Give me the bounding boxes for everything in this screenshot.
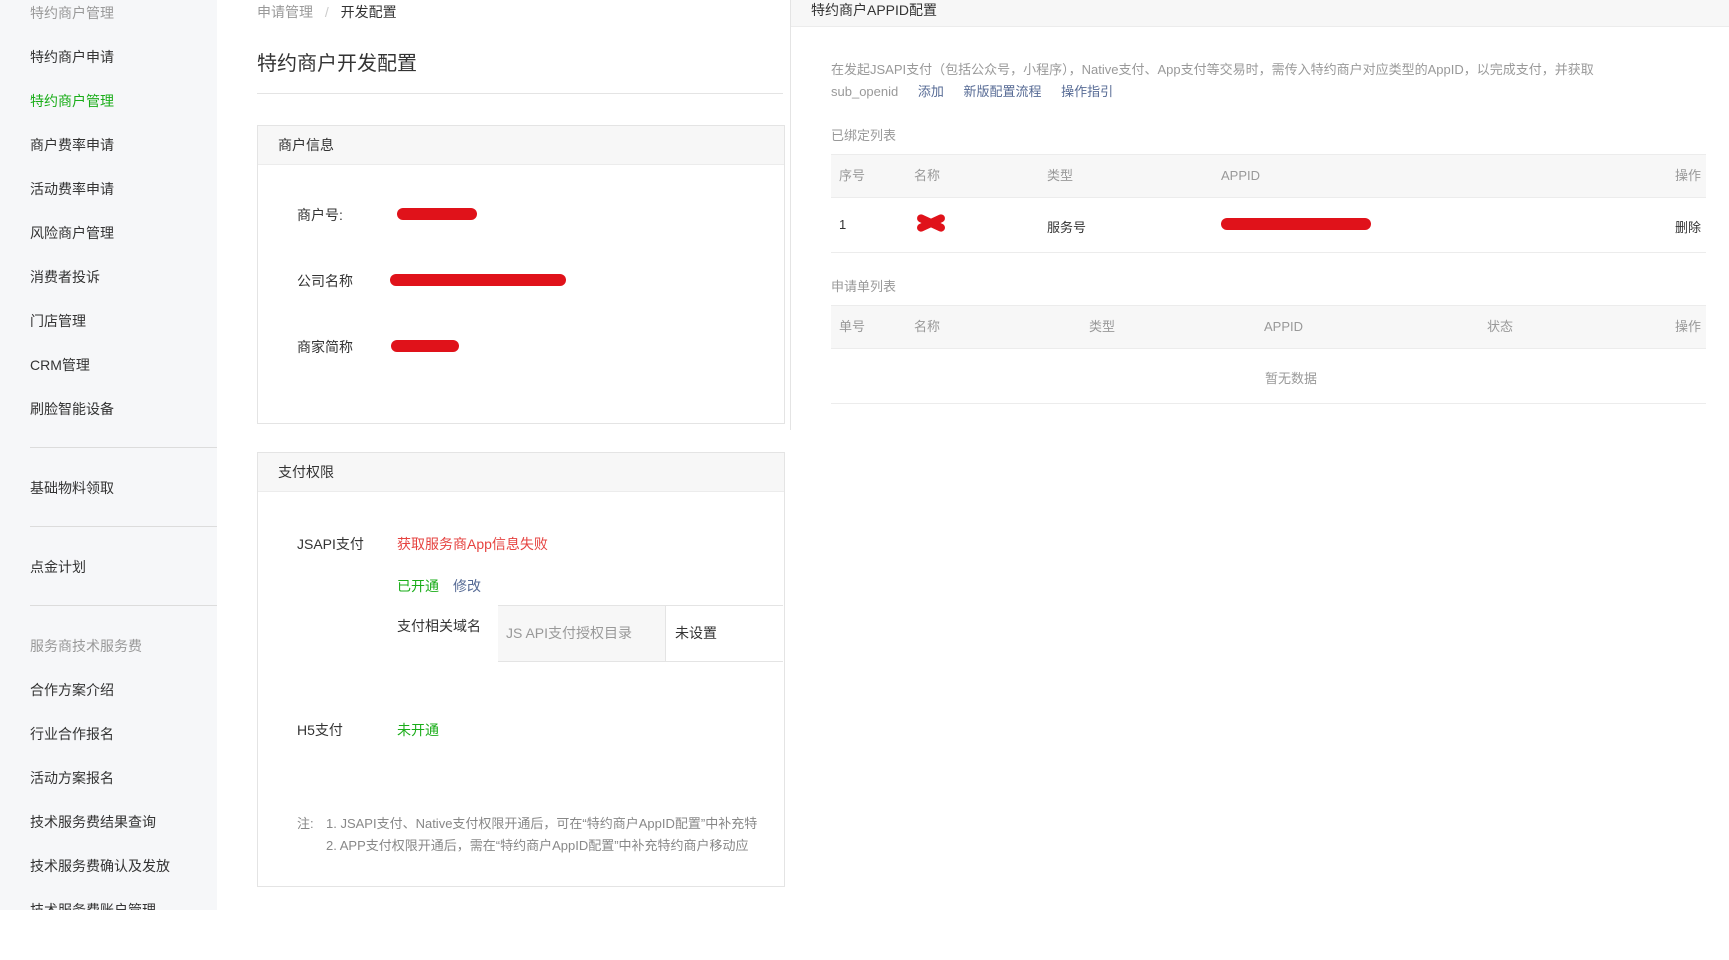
h5-label: H5支付 [297,722,343,738]
sidebar-item-rate-apply[interactable]: 商户费率申请 [30,135,114,155]
sidebar-section-title: 服务商技术服务费 [30,638,142,654]
operation-guide-link[interactable]: 操作指引 [1061,84,1113,99]
domain-cell-value: 未设置 [675,625,717,641]
breadcrumb-current: 开发配置 [340,4,397,20]
appid-panel-header: 特约商户APPID配置 [791,0,1729,27]
bound-col-op: 操作 [1675,168,1702,183]
apply-table-header: 单号 名称 类型 APPID 状态 操作 [831,305,1706,349]
sub-openid-text: sub_openid [831,84,899,99]
bound-col-type: 类型 [1047,168,1074,183]
merchant-no-label: 商户号: [297,207,343,223]
add-link[interactable]: 添加 [918,84,944,99]
domain-label: 支付相关域名 [397,618,481,634]
sidebar-item-coop-intro[interactable]: 合作方案介绍 [30,680,114,700]
breadcrumb-separator: / [324,4,329,20]
table-row: 1 服务号 删除 [831,197,1706,252]
sidebar-item-activity-rate[interactable]: 活动费率申请 [30,179,114,199]
page-title: 特约商户开发配置 [257,53,417,75]
new-config-flow-link[interactable]: 新版配置流程 [964,84,1042,99]
apply-col-op: 操作 [1675,319,1702,334]
apply-col-type: 类型 [1089,319,1116,334]
sidebar-item-store-manage[interactable]: 门店管理 [30,311,86,331]
sidebar-item-face-device[interactable]: 刷脸智能设备 [30,399,114,419]
appid-config-panel: 特约商户APPID配置 在发起JSAPI支付（包括公众号，小程序），Native… [790,0,1729,430]
note-block: 1. JSAPI支付、Native支付权限开通后，可在“特约商户AppID配置”… [326,810,783,854]
jsapi-error-text: 获取服务商App信息失败 [397,536,548,552]
apply-col-name: 名称 [914,319,941,334]
sidebar-divider [30,447,217,448]
sidebar-item-crm[interactable]: CRM管理 [30,355,90,375]
sidebar-item-merchant-manage[interactable]: 特约商户管理 [30,91,114,111]
apply-list-title: 申请单列表 [831,279,897,294]
bound-col-name: 名称 [914,168,941,183]
jsapi-status: 已开通 [397,578,439,594]
short-name-label: 商家简称 [297,339,353,355]
apply-col-status: 状态 [1487,319,1514,334]
bound-col-appid: APPID [1221,168,1261,183]
merchant-info-title: 商户信息 [258,126,784,165]
apply-col-no: 单号 [839,319,866,334]
note-prefix: 注: [297,816,314,831]
sidebar-item-gold-plan[interactable]: 点金计划 [30,557,86,577]
redaction-mark [397,208,477,220]
bound-col-no: 序号 [839,168,866,183]
domain-table: JS API支付授权目录 未设置 [498,605,783,662]
empty-state-text: 暂无数据 [1264,371,1317,386]
bound-table-header: 序号 名称 类型 APPID 操作 [831,154,1706,198]
jsapi-modify-link[interactable]: 修改 [453,576,481,596]
redaction-mark [390,274,566,286]
h5-status: 未开通 [397,722,439,738]
table-row-divider [831,403,1706,404]
apply-col-appid: APPID [1264,319,1304,334]
redaction-mark [914,212,948,234]
sidebar-item-basic-materials[interactable]: 基础物料领取 [30,478,114,498]
sidebar-item-risk-merchant[interactable]: 风险商户管理 [30,223,114,243]
sidebar-divider [30,526,217,527]
bound-row-type: 服务号 [1047,220,1087,235]
table-row-divider [831,252,1706,253]
redaction-mark [1221,218,1371,230]
breadcrumb: 申请管理 / 开发配置 [257,2,397,22]
payment-permission-title: 支付权限 [258,453,784,492]
sidebar-item-industry-signup[interactable]: 行业合作报名 [30,724,114,744]
appid-description-line2: sub_openid 添加 新版配置流程 操作指引 [831,81,1113,100]
title-divider [257,93,783,94]
domain-cell-label: JS API支付授权目录 [498,606,666,661]
jsapi-label: JSAPI支付 [297,536,364,552]
appid-description: 在发起JSAPI支付（包括公众号，小程序），Native支付、App支付等交易时… [831,62,1594,77]
sidebar-item-merchant-apply[interactable]: 特约商户申请 [30,47,114,67]
sidebar-section-title: 特约商户管理 [30,5,114,21]
bound-list-title: 已绑定列表 [831,128,897,143]
sidebar-divider [30,605,217,606]
sidebar: 特约商户管理 特约商户申请 特约商户管理 商户费率申请 活动费率申请 风险商户管… [0,0,217,910]
sidebar-item-complaints[interactable]: 消费者投诉 [30,267,100,287]
bound-row-no: 1 [839,217,847,232]
delete-link[interactable]: 删除 [1675,217,1701,236]
sidebar-item-fee-query[interactable]: 技术服务费结果查询 [30,812,156,832]
sidebar-item-fee-confirm[interactable]: 技术服务费确认及发放 [30,856,170,876]
company-name-label: 公司名称 [297,273,353,289]
note-line-1: 1. JSAPI支付、Native支付权限开通后，可在“特约商户AppID配置”… [326,816,758,831]
note-line-2: 2. APP支付权限开通后，需在“特约商户AppID配置”中补充特约商户移动应 [326,838,749,853]
appid-panel-title: 特约商户APPID配置 [811,2,938,18]
redaction-mark [391,340,459,352]
breadcrumb-parent[interactable]: 申请管理 [257,4,313,20]
sidebar-item-activity-signup[interactable]: 活动方案报名 [30,768,114,788]
sidebar-item-fee-account[interactable]: 技术服务费账户管理 [30,900,156,910]
